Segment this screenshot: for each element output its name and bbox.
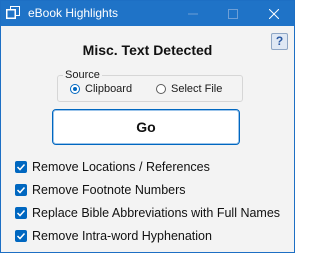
source-group: Source Clipboard Select File: [57, 69, 243, 102]
minimize-icon[interactable]: [173, 1, 213, 26]
checkbox-checked-icon[interactable]: [15, 207, 27, 219]
title-bar[interactable]: eBook Highlights: [1, 1, 294, 26]
option-remove-footnotes[interactable]: Remove Footnote Numbers: [15, 182, 290, 198]
dialog-body: ? Misc. Text Detected Source Clipboard S…: [1, 26, 294, 252]
radio-clipboard-label[interactable]: Clipboard: [85, 82, 132, 96]
window-title: eBook Highlights: [28, 6, 119, 20]
app-window: eBook Highlights ? Misc. Text Detected S…: [0, 0, 295, 253]
page-title: Misc. Text Detected: [82, 42, 213, 58]
checkbox-checked-icon[interactable]: [15, 161, 27, 173]
option-remove-hyphenation[interactable]: Remove Intra-word Hyphenation: [15, 228, 290, 244]
option-label[interactable]: Remove Intra-word Hyphenation: [32, 228, 212, 244]
option-replace-bible-abbreviations[interactable]: Replace Bible Abbreviations with Full Na…: [15, 205, 290, 221]
radio-select-file-label[interactable]: Select File: [171, 82, 222, 96]
source-legend: Source: [63, 69, 102, 82]
radio-clipboard[interactable]: [70, 84, 80, 94]
radio-select-file[interactable]: [156, 84, 166, 94]
checkbox-checked-icon[interactable]: [15, 230, 27, 242]
option-label[interactable]: Replace Bible Abbreviations with Full Na…: [32, 205, 280, 221]
go-button[interactable]: Go: [52, 109, 240, 145]
option-remove-locations[interactable]: Remove Locations / References: [15, 159, 290, 175]
checkbox-checked-icon[interactable]: [15, 184, 27, 196]
close-icon[interactable]: [254, 1, 294, 26]
option-label[interactable]: Remove Footnote Numbers: [32, 182, 186, 198]
option-label[interactable]: Remove Locations / References: [32, 159, 210, 175]
windows-app-icon: [6, 6, 20, 20]
maximize-icon[interactable]: [213, 1, 253, 26]
